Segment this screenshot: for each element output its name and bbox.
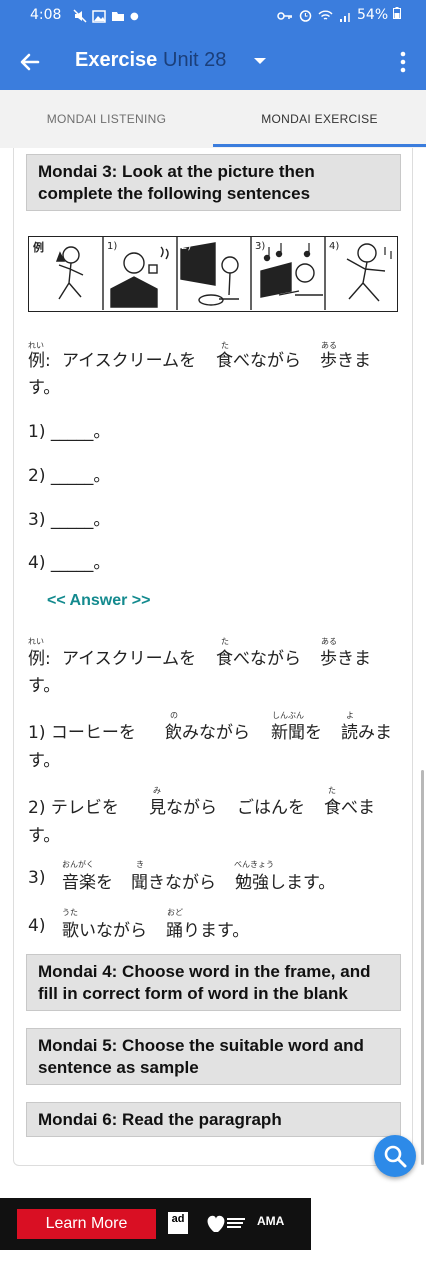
american-heart-association-logo <box>207 1215 245 1232</box>
alarm-icon <box>299 10 312 22</box>
answer-3-prefix: 3) <box>28 868 46 888</box>
answer-example-tabe: 食べながら <box>216 649 301 669</box>
scrollbar[interactable] <box>421 770 424 1165</box>
answer-example-part1: アイスクリームを <box>62 649 197 669</box>
example-rei: 例: <box>28 351 51 371</box>
picture-label-2: 2) <box>181 241 191 252</box>
app-bar: Exercise Unit 28 <box>0 32 426 90</box>
ad-banner[interactable]: Learn More ad AMA <box>0 1198 311 1250</box>
picture-label-4: 4) <box>329 241 339 252</box>
answer-1-shinbun: 新聞を <box>271 723 322 743</box>
answer-1-end: す。 <box>28 751 61 771</box>
answer-2-gohan: ごはんを <box>237 798 305 818</box>
ama-logo: AMA <box>257 1214 285 1228</box>
answer-1-yomi: 読みま <box>341 723 392 743</box>
more-vert-icon[interactable] <box>395 50 411 74</box>
tab-mondai-listening[interactable]: MONDAI LISTENING <box>0 90 213 148</box>
tab-mondai-exercise[interactable]: MONDAI EXERCISE <box>213 90 426 148</box>
image-icon <box>92 9 106 23</box>
answer-2-end: す。 <box>28 826 61 846</box>
wifi-icon <box>318 10 333 20</box>
answer-3-kiki: 聞きながら <box>131 873 216 893</box>
answer-3-ongaku: 音楽を <box>62 873 113 893</box>
answer-4-prefix: 4) <box>28 916 46 936</box>
mondai3-header[interactable]: Mondai 3: Look at the picture then compl… <box>26 154 401 211</box>
example-aruki: 歩きま <box>320 351 371 371</box>
notification-icons: ● <box>73 9 139 23</box>
tab-bar: MONDAI LISTENING MONDAI EXERCISE <box>0 90 426 148</box>
answer-example-end: す。 <box>28 676 61 696</box>
answer-4-uta: 歌いながら <box>62 921 147 941</box>
learn-more-button[interactable]: Learn More <box>17 1209 156 1239</box>
answer-1-text: 1) コーヒーを <box>28 723 136 743</box>
answer-2-tabe: 食べま <box>324 798 375 818</box>
blank-4: 4) _____。 <box>28 553 111 573</box>
back-arrow-icon[interactable] <box>16 48 44 76</box>
example-part1: アイスクリームを <box>62 351 197 371</box>
search-icon <box>384 1145 407 1168</box>
key-icon <box>277 11 292 20</box>
answer-example-rei: 例: <box>28 649 51 669</box>
active-tab-indicator <box>213 144 426 147</box>
picture-label-example: 例 <box>33 240 44 254</box>
answer-2-mi: 見ながら <box>149 798 217 818</box>
status-bar: 4:08 ● 54% <box>0 0 426 32</box>
example-tabe: 食べながら <box>216 351 301 371</box>
answer-4-odori: 踊ります。 <box>166 921 250 941</box>
ad-council-logo: ad <box>168 1212 188 1234</box>
folder-icon <box>112 12 124 21</box>
dot-icon: ● <box>130 10 139 22</box>
blank-3: 3) _____。 <box>28 510 111 530</box>
blank-1: 1) _____。 <box>28 422 111 442</box>
answer-2-text: 2) テレビを <box>28 798 119 818</box>
page-title: Exercise <box>75 49 158 71</box>
picture-label-1: 1) <box>107 241 117 252</box>
answer-1-nomi: 飲みながら <box>165 723 250 743</box>
answer-example-aruki: 歩きま <box>320 649 371 669</box>
answer-3-benkyou: 勉強します。 <box>235 873 336 893</box>
picture-strip-drawing: 例 1) 2) 3) 4) <box>33 237 392 310</box>
unit-selector[interactable]: Unit 28 <box>163 49 226 72</box>
mondai5-header[interactable]: Mondai 5: Choose the suitable word and s… <box>26 1028 401 1085</box>
mondai4-header[interactable]: Mondai 4: Choose word in the frame, and … <box>26 954 401 1011</box>
exercise-picture: 例 1) 2) 3) 4) <box>28 236 398 312</box>
battery-percent: 54% <box>357 7 401 23</box>
mondai6-header[interactable]: Mondai 6: Read the paragraph <box>26 1102 401 1137</box>
signal-icon <box>340 12 350 22</box>
battery-icon <box>392 7 401 19</box>
system-icons <box>277 9 353 22</box>
status-time: 4:08 <box>30 7 62 23</box>
mute-icon <box>73 9 87 23</box>
blank-2: 2) _____。 <box>28 466 111 486</box>
caret-down-icon[interactable] <box>254 58 266 64</box>
answer-link[interactable]: << Answer >> <box>47 592 150 610</box>
example-end: す。 <box>28 378 61 398</box>
picture-label-3: 3) <box>255 241 265 252</box>
search-fab[interactable] <box>374 1135 416 1177</box>
